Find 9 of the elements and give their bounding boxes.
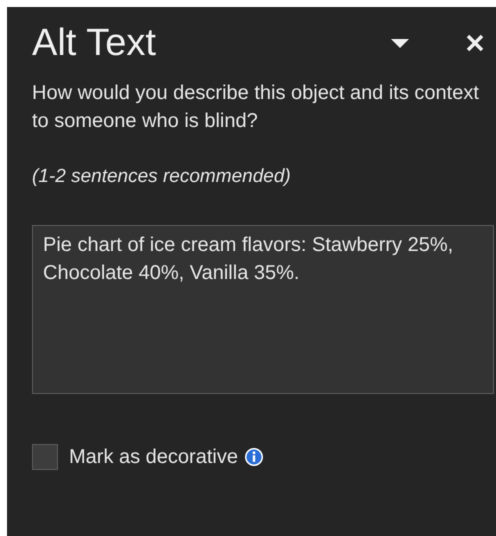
info-icon[interactable] — [244, 447, 264, 467]
pane-title: Alt Text — [32, 24, 157, 62]
decorative-checkbox[interactable] — [32, 444, 58, 470]
checkbox-label: Mark as decorative — [69, 445, 238, 470]
caret-icon[interactable] — [389, 37, 411, 49]
question-text: How would you describe this object and its context to someone who is blind? — [32, 81, 480, 134]
description-field[interactable]: Pie chart of ice cream flavors: Stawberry 25%, Chocolate 40%, Vanilla 35%. — [32, 225, 494, 394]
hint-text: (1-2 sentences recommended) — [32, 165, 292, 189]
close-icon[interactable] — [465, 33, 485, 53]
